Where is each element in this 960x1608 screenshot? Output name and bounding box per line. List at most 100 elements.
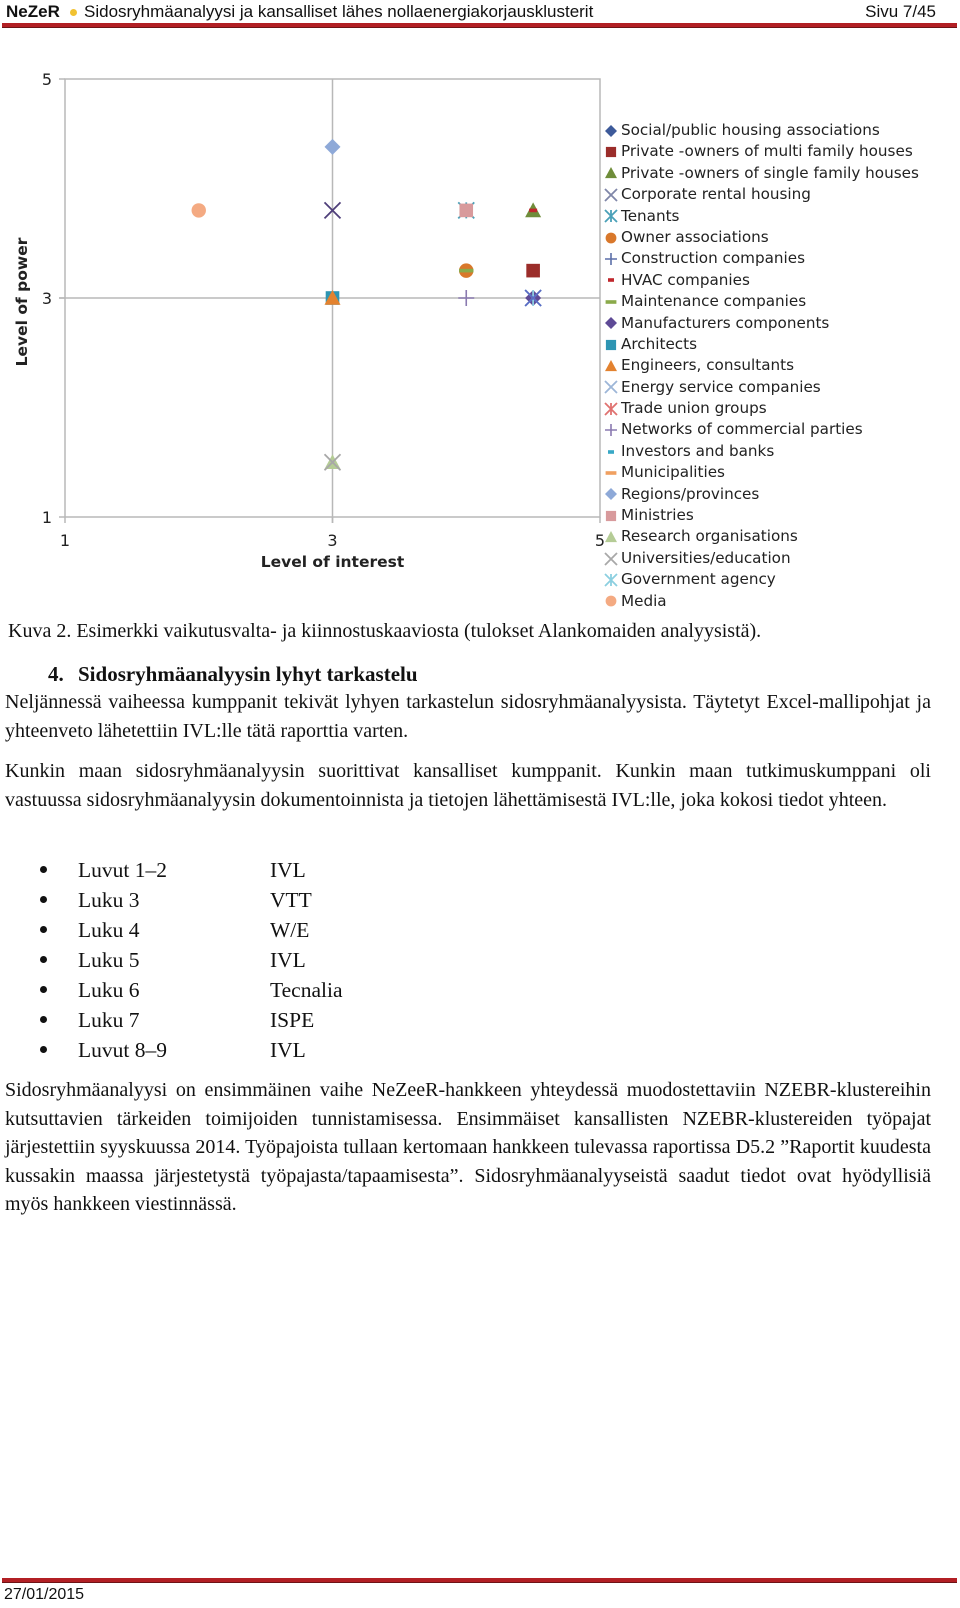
asterisk-marker-icon: [604, 402, 618, 416]
legend-label: Networks of commercial parties: [621, 420, 863, 439]
legend-label: Private -owners of single family houses: [621, 163, 919, 182]
legend-label: Engineers, consultants: [621, 356, 794, 375]
x-marker-icon: [604, 551, 618, 566]
y-axis-title: Level of power: [13, 237, 31, 366]
y-tick-label: 5: [42, 70, 52, 89]
legend-label: Social/public housing associations: [621, 121, 880, 139]
partner-label: W/E: [270, 918, 310, 942]
legend-label: Ministries: [621, 506, 694, 525]
data-point: [324, 138, 341, 155]
bullet-icon: [40, 1016, 47, 1023]
triangle-marker-icon: [605, 531, 617, 543]
diamond-marker-icon: [605, 124, 617, 137]
legend-item: Trade union groups: [604, 398, 919, 419]
data-point: [191, 203, 206, 218]
legend-label: Private -owners of multi family houses: [621, 142, 913, 161]
page-number: Sivu 7/45: [865, 2, 936, 21]
legend-label: Municipalities: [621, 463, 725, 482]
diamond-marker-icon: [605, 317, 617, 330]
chapter-label: Luku 3: [78, 888, 140, 912]
legend-label: Government agency: [621, 570, 776, 589]
plus-marker-icon: [605, 253, 617, 266]
chart-legend: Social/public housing associations Privat…: [604, 120, 919, 612]
bullet-icon: [40, 866, 47, 873]
chapter-label: Luvut 8–9: [78, 1038, 167, 1062]
data-point: [529, 208, 538, 213]
legend-item: Regions/provinces: [605, 484, 919, 505]
legend-item: Construction companies: [605, 248, 919, 269]
legend-item: Private -owners of single family houses: [605, 163, 919, 184]
partner-label: IVL: [270, 1038, 306, 1062]
data-point: [458, 290, 475, 306]
x-marker-icon: [604, 380, 618, 395]
diamond-marker-icon: [605, 488, 617, 501]
footer-date: 27/01/2015: [4, 1586, 85, 1603]
legend-item: Networks of commercial parties: [605, 419, 919, 440]
legend-item: Maintenance companies: [605, 291, 919, 312]
bullet-dot-icon: [70, 9, 77, 16]
dash-marker-icon: [608, 449, 614, 454]
partner-label: IVL: [270, 948, 306, 972]
x-tick-label: 1: [60, 531, 70, 550]
legend-label: Trade union groups: [621, 399, 767, 418]
legend-item: Architects: [605, 334, 919, 355]
legend-label: Energy service companies: [621, 377, 821, 396]
footer-divider: [2, 1578, 957, 1583]
bullet-icon: [40, 986, 47, 993]
legend-label: Owner associations: [621, 227, 769, 246]
triangle-marker-icon: [605, 167, 617, 179]
data-point: [459, 268, 474, 273]
square-marker-icon: [605, 146, 617, 158]
chapter-label: Luku 4: [78, 918, 140, 942]
dash-marker-icon: [608, 278, 614, 283]
legend-label: Maintenance companies: [621, 292, 807, 311]
legend-item: Investors and banks: [608, 441, 919, 462]
y-tick-label: 3: [42, 289, 52, 308]
chapter-label: Luku 6: [78, 978, 140, 1002]
legend-item: Municipalities: [605, 462, 919, 483]
chapter-label: Luvut 1–2: [78, 858, 167, 882]
legend-label: Tenants: [621, 206, 680, 225]
chapter-label: Luku 7: [78, 1008, 140, 1032]
legend-label: Universities/education: [621, 548, 791, 567]
partner-label: ISPE: [270, 1008, 315, 1032]
header-divider: [2, 23, 957, 28]
legend-label: Research organisations: [621, 527, 798, 546]
long-dash-marker-icon: [605, 300, 617, 304]
legend-item: Manufacturers components: [605, 313, 919, 334]
partner-label: VTT: [270, 888, 312, 912]
legend-item: Government agency: [604, 569, 919, 590]
bullet-icon: [40, 896, 47, 903]
bullet-icon: [40, 926, 47, 933]
data-point: [526, 263, 540, 278]
paragraph: Kunkin maan sidosryhmäanalyysin suoritti…: [5, 760, 931, 811]
legend-item: Ministries: [605, 505, 919, 526]
legend-label: Media: [621, 591, 667, 610]
legend-item: Energy service companies: [604, 377, 919, 398]
legend-item: Engineers, consultants: [605, 355, 919, 376]
y-tick-label: 1: [42, 508, 52, 527]
legend-label: Architects: [621, 334, 698, 353]
asterisk-marker-icon: [604, 573, 618, 587]
x-axis-title: Level of interest: [261, 553, 405, 571]
legend-label: Investors and banks: [621, 441, 775, 460]
document-title: Sidosryhmäanalyysi ja kansalliset lähes …: [84, 2, 594, 21]
section-title: Sidosryhmäanalyysin lyhyt tarkastelu: [78, 662, 418, 686]
legend-item: Universities/education: [604, 548, 919, 569]
paragraph: Sidosryhmäanalyysi on ensimmäinen vaihe …: [5, 1079, 931, 1215]
chapter-label: Luku 5: [78, 948, 140, 972]
power-interest-chart: 1 3 5 1 3 5 Level of interest Level of power So…: [0, 50, 960, 610]
x-tick-label: 3: [327, 531, 337, 550]
paragraph: Neljännessä vaiheessa kumppanit tekivät …: [5, 691, 931, 742]
asterisk-marker-icon: [604, 209, 618, 223]
circle-marker-icon: [605, 232, 617, 244]
legend-item: Corporate rental housing: [604, 184, 919, 205]
brand-name: NeZeR: [6, 2, 60, 21]
legend-item: Owner associations: [605, 227, 919, 248]
legend-item: Private -owners of multi family houses: [605, 141, 919, 162]
square-marker-icon: [605, 510, 617, 521]
partner-label: IVL: [270, 858, 306, 882]
legend-label: HVAC companies: [621, 270, 750, 289]
legend-item: Research organisations: [605, 526, 919, 547]
triangle-marker-icon: [605, 359, 617, 372]
